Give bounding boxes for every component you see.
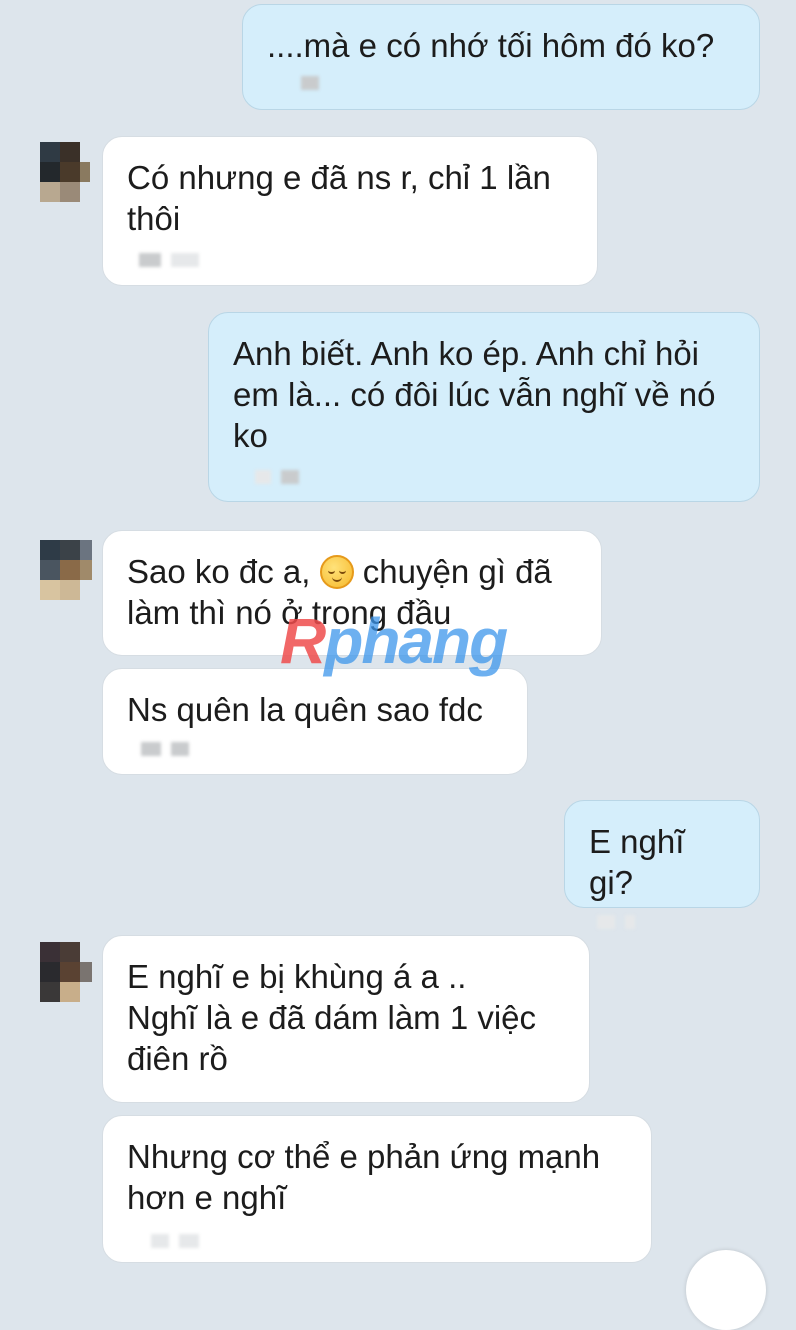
message-bubble-outgoing[interactable]: Anh biết. Anh ko ép. Anh chỉ hỏi em là..… [208,312,760,502]
contact-avatar[interactable] [32,940,92,1004]
message-text: Nhưng cơ thể e phản ứng mạnh hơn e nghĩ [127,1138,601,1216]
message-timestamp-blurred [267,76,735,90]
message-bubble-outgoing[interactable]: ....mà e có nhớ tối hôm đó ko? [242,4,760,110]
scroll-down-button[interactable] [686,1250,766,1330]
message-text: Có nhưng e đã ns r, chỉ 1 lần thôi [127,159,551,237]
message-bubble-incoming[interactable]: Có nhưng e đã ns r, chỉ 1 lần thôi [102,136,598,286]
message-timestamp-blurred [127,253,573,267]
relieved-face-emoji-icon [319,555,354,589]
message-bubble-incoming[interactable]: Sao ko đc a, chuyện gì đã làm thì nó ở t… [102,530,602,656]
message-text-part: Sao ko đc a, [127,553,311,590]
message-text: E nghĩ gi? [589,823,685,901]
message-bubble-incoming[interactable]: Ns quên la quên sao fdc [102,668,528,775]
contact-avatar[interactable] [32,140,92,204]
message-timestamp-blurred [127,1234,627,1248]
message-bubble-incoming[interactable]: Nhưng cơ thể e phản ứng mạnh hơn e nghĩ [102,1115,652,1263]
message-text: Anh biết. Anh ko ép. Anh chỉ hỏi em là..… [233,335,716,454]
message-timestamp-blurred [233,470,735,484]
message-text: Sao ko đc a, chuyện gì đã làm thì nó ở t… [127,551,577,633]
message-bubble-incoming[interactable]: E nghĩ e bị khùng á a .. Nghĩ là e đã dá… [102,935,590,1103]
message-text: ....mà e có nhớ tối hôm đó ko? [267,27,715,64]
message-text: E nghĩ e bị khùng á a .. Nghĩ là e đã dá… [127,958,537,1077]
message-text: Ns quên la quên sao fdc [127,691,483,728]
message-bubble-outgoing[interactable]: E nghĩ gi? [564,800,760,929]
message-timestamp-blurred [589,915,735,929]
contact-avatar[interactable] [32,538,92,602]
message-timestamp-blurred [127,742,503,756]
